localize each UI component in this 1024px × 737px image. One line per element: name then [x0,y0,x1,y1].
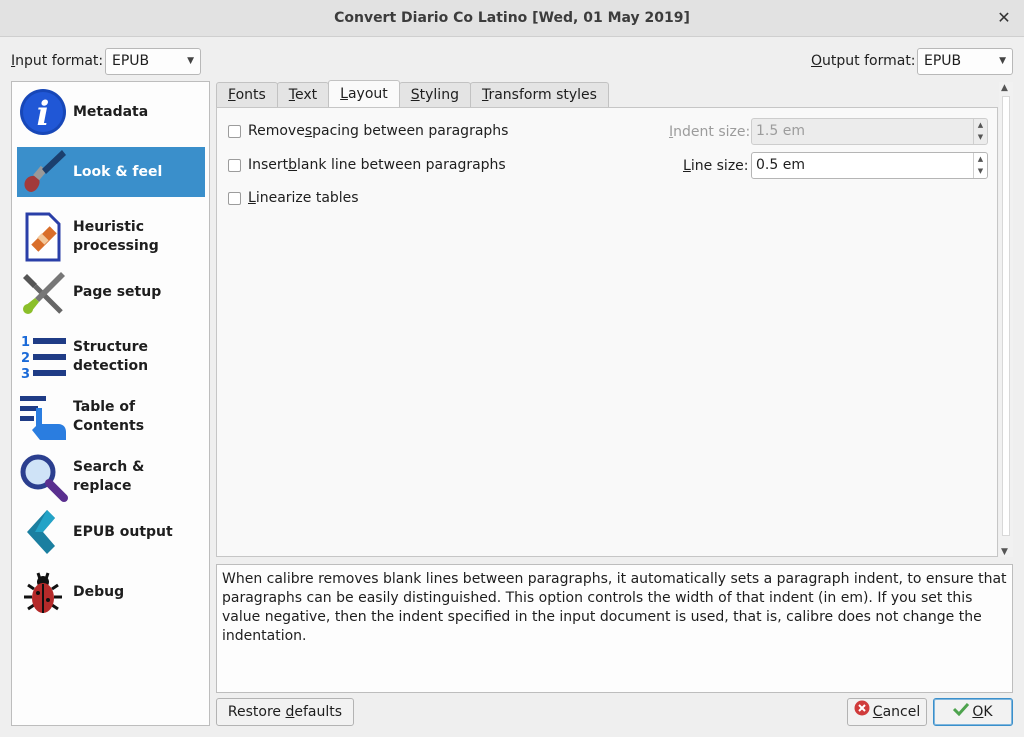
spin-arrows-icon[interactable]: ▲ ▼ [973,119,987,144]
line-size-spinbox[interactable]: 0.5 em ▲ ▼ [751,152,988,179]
sidebar-item-label: Look & feel [73,163,163,180]
window-title: Convert Diario Co Latino [Wed, 01 May 20… [334,10,690,26]
tab-styling[interactable]: Styling [398,82,471,107]
scrollbar-thumb[interactable] [1002,96,1010,536]
sidebar-item-label: Table of Contents [73,399,145,434]
check-icon [953,699,970,725]
metadata-icon: i [17,87,69,137]
scroll-up-icon[interactable]: ▲ [1001,83,1008,93]
sidebar-item-search-replace[interactable]: Search & replace [17,447,205,507]
checkbox-box[interactable] [228,191,241,205]
sidebar-item-label: Search & replace [73,459,145,494]
tab-bar: Fonts Text Layout Styling Transform styl… [216,80,609,107]
brush-icon [17,147,69,197]
sidebar-item-page-setup[interactable]: Page setup [17,267,205,317]
insert-blank-line-checkbox[interactable]: Insert b lank line between paragraphs [228,157,506,173]
close-icon[interactable]: ✕ [994,8,1014,28]
sidebar-item-label: Heuristic processing [73,219,159,254]
chevron-down-icon: ▼ [999,56,1006,66]
spin-arrows-icon[interactable]: ▲ ▼ [973,153,987,178]
tab-layout[interactable]: Layout [328,80,400,107]
sidebar-item-metadata[interactable]: i Metadata [17,87,205,137]
linearize-tables-checkbox[interactable]: Linearize tables [228,190,359,206]
tools-icon [17,267,69,317]
sidebar-item-heuristic[interactable]: Heuristic processing [17,207,205,267]
svg-text:3: 3 [21,367,30,382]
tab-transform-styles[interactable]: Transform styles [469,82,609,107]
input-format-value: EPUB [112,53,150,69]
remove-spacing-checkbox[interactable]: Remove s pacing between paragraphs [228,123,508,139]
line-size-label: Line size: [683,158,749,174]
sidebar-item-structure-detection[interactable]: 123 Structure detection [17,327,205,387]
sidebar-item-label: EPUB output [73,523,173,540]
bug-icon [17,567,69,617]
svg-text:1: 1 [21,335,30,350]
tab-fonts[interactable]: Fonts [216,82,278,107]
sidebar-item-label: Debug [73,583,125,600]
title-bar: Convert Diario Co Latino [Wed, 01 May 20… [0,0,1024,37]
heuristic-icon [17,212,69,262]
cancel-icon [854,699,870,725]
checkbox-box[interactable] [228,124,241,138]
sidebar-item-label: Structure detection [73,339,149,374]
sidebar-item-label: Metadata [73,103,149,120]
toc-icon [17,392,69,442]
svg-text:2: 2 [21,351,30,366]
indent-size-spinbox[interactable]: 1.5 em ▲ ▼ [751,118,988,145]
checkbox-box[interactable] [228,158,241,172]
help-text-box: When calibre removes blank lines between… [216,564,1013,693]
line-size-value: 0.5 em [756,157,805,173]
sidebar-item-debug[interactable]: Debug [17,567,205,617]
input-format-label: Input format: [11,53,104,69]
ok-button[interactable]: OK [933,698,1013,726]
restore-defaults-button[interactable]: Restore defaults [216,698,354,726]
chevron-down-icon: ▼ [187,56,194,66]
sidebar-item-table-of-contents[interactable]: Table of Contents [17,387,205,447]
sidebar-item-label: Page setup [73,283,162,300]
cancel-button[interactable]: Cancel [847,698,927,726]
panel-scrollbar[interactable]: ▲ ▼ [999,82,1013,557]
input-format-select[interactable]: EPUB ▼ [105,48,201,75]
numbered-list-icon: 123 [17,332,69,382]
sidebar: i Metadata Look & feel Heuristic process… [11,81,210,726]
scroll-down-icon[interactable]: ▼ [1001,547,1008,557]
indent-size-value: 1.5 em [756,123,805,139]
sidebar-item-epub-output[interactable]: EPUB output [17,507,205,557]
sidebar-item-look-and-feel[interactable]: Look & feel [17,147,205,197]
output-format-label: Output format: [811,53,916,69]
epub-icon [17,507,69,557]
svg-text:i: i [37,94,50,134]
tab-text[interactable]: Text [276,82,330,107]
indent-size-label: Indent size: [669,124,751,140]
magnifier-icon [17,452,69,502]
layout-panel: Remove s pacing between paragraphs Insert… [216,107,998,557]
output-format-select[interactable]: EPUB ▼ [917,48,1013,75]
output-format-value: EPUB [924,53,962,69]
